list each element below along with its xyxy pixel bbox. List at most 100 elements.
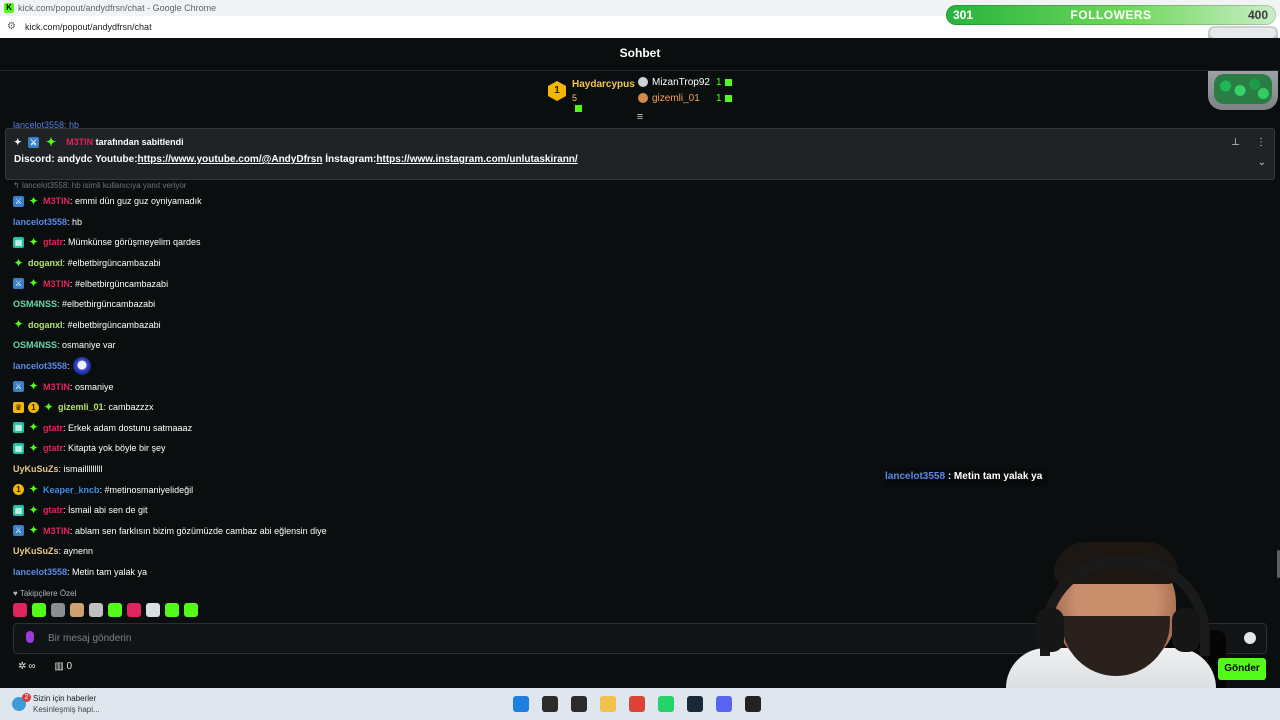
- chat-username[interactable]: gtatr: [43, 502, 63, 518]
- quick-emote-icon[interactable]: [165, 603, 179, 617]
- moderator-badge-icon[interactable]: ⚔: [13, 525, 24, 537]
- vip-badge-icon[interactable]: ▦: [13, 422, 24, 434]
- chat-message[interactable]: lancelot3558:: [13, 356, 913, 377]
- chat-username[interactable]: lancelot3558: [13, 564, 67, 580]
- quick-emote-icon[interactable]: [32, 603, 46, 617]
- chat-message[interactable]: ⚔ ✦ M3TIN: ablam sen farklısın bizim gözüm…: [13, 521, 913, 542]
- chat-message[interactable]: ▦ ✦ gtatr: Mümkünse görüşmeyelim qardes: [13, 232, 913, 253]
- whatsapp-icon[interactable]: [658, 696, 674, 712]
- chat-message[interactable]: ▦ ✦ gtatr: Erkek adam dostunu satmaaaz: [13, 418, 913, 439]
- news-subtitle[interactable]: Kesinleşmiş hapi...: [33, 705, 100, 714]
- chat-username[interactable]: M3TIN: [43, 193, 70, 209]
- chat-message[interactable]: lancelot3558: Metin tam yalak ya: [13, 562, 913, 583]
- steam-icon[interactable]: [687, 696, 703, 712]
- subscriber-badge-icon[interactable]: ✦: [28, 524, 39, 536]
- chat-username[interactable]: OSM4NSS: [13, 337, 57, 353]
- crown-badge-icon[interactable]: ♛: [13, 401, 24, 413]
- chat-username[interactable]: doganxl: [28, 255, 63, 271]
- chat-message[interactable]: ✦ doganxl: #elbetbirgüncambazabi: [13, 315, 913, 336]
- discord-icon[interactable]: [716, 696, 732, 712]
- chat-message[interactable]: OSM4NSS: osmaniye var: [13, 335, 913, 356]
- quick-emote-icon[interactable]: [13, 603, 27, 617]
- chat-username[interactable]: lancelot3558: [13, 358, 67, 374]
- expand-leaderboard-icon[interactable]: ≡: [634, 112, 646, 123]
- subscriber-badge-icon[interactable]: ✦: [28, 195, 39, 207]
- site-info-icon[interactable]: ⚙: [7, 16, 16, 38]
- chat-username[interactable]: UyKuSuZs: [13, 543, 59, 559]
- microphone-icon[interactable]: [26, 631, 34, 643]
- chat-message[interactable]: ♛ 1 ✦ gizemli_01: cambazzzx: [13, 397, 913, 418]
- chat-username[interactable]: gtatr: [43, 440, 63, 456]
- chat-message[interactable]: ✦ doganxl: #elbetbirgüncambazabi: [13, 253, 913, 274]
- quick-emote-icon[interactable]: [89, 603, 103, 617]
- leaderboard-second[interactable]: MizanTrop92 1: [638, 77, 732, 88]
- leaderboard-third[interactable]: gizemli_01 1: [638, 93, 732, 104]
- chat-message[interactable]: ⚔ ✦ M3TIN: osmaniye: [13, 376, 913, 397]
- quick-emote-icon[interactable]: [51, 603, 65, 617]
- chat-message[interactable]: ⚔ ✦ M3TIN: #elbetbirgüncambazabi: [13, 273, 913, 294]
- vip-badge-icon[interactable]: ▦: [13, 504, 24, 516]
- chat-message[interactable]: 1 ✦ Keaper_kncb: #metinosmaniyelideğil: [13, 479, 913, 500]
- subscriber-badge-icon[interactable]: ✦: [28, 236, 39, 248]
- obs-icon[interactable]: [745, 696, 761, 712]
- og-badge-icon[interactable]: 1: [13, 484, 24, 496]
- leaderboard-second-name[interactable]: MizanTrop92: [652, 77, 710, 88]
- instagram-link[interactable]: https://www.instagram.com/unlutaskirann/: [376, 154, 577, 165]
- quick-emote-icon[interactable]: [146, 603, 160, 617]
- chat-message[interactable]: ⚔ ✦ M3TIN: emmi dün guz guz oyniyamadık: [13, 191, 913, 212]
- og-badge-icon[interactable]: 1: [28, 401, 39, 413]
- subscriber-badge-icon[interactable]: ✦: [28, 483, 39, 495]
- settings-icon[interactable]: ✲: [18, 661, 26, 672]
- windows-start-icon[interactable]: [513, 696, 529, 712]
- chat-message[interactable]: OSM4NSS: #elbetbirgüncambazabi: [13, 294, 913, 315]
- moderator-badge-icon[interactable]: ⚔: [13, 195, 24, 207]
- moderator-badge-icon[interactable]: ⚔: [13, 278, 24, 290]
- subscriber-badge-icon[interactable]: ✦: [28, 504, 39, 516]
- task-view-icon[interactable]: [571, 696, 587, 712]
- news-title[interactable]: Sizin için haberler: [33, 694, 96, 703]
- chat-username[interactable]: lancelot3558: [13, 214, 67, 230]
- chat-username[interactable]: doganxl: [28, 317, 63, 333]
- pinned-message[interactable]: ✦ ⚔ ✦ M3TIN tarafından sabitlendi Discor…: [5, 128, 1275, 180]
- chat-username[interactable]: M3TIN: [43, 379, 70, 395]
- subscriber-badge-icon[interactable]: ✦: [43, 401, 54, 413]
- quick-emote-icon[interactable]: [127, 603, 141, 617]
- chat-username[interactable]: Keaper_kncb: [43, 482, 100, 498]
- quick-emote-icon[interactable]: [108, 603, 122, 617]
- chat-message[interactable]: UyKuSuZs: aynenn: [13, 541, 913, 562]
- subscriber-badge-icon[interactable]: ✦: [28, 380, 39, 392]
- file-explorer-icon[interactable]: [600, 696, 616, 712]
- subscriber-badge-icon[interactable]: ✦: [28, 421, 39, 433]
- vip-badge-icon[interactable]: ▦: [13, 442, 24, 454]
- youtube-link[interactable]: https://www.youtube.com/@AndyDfrsn: [138, 154, 323, 165]
- moderator-badge-icon[interactable]: ⚔: [13, 381, 24, 393]
- chevron-down-icon[interactable]: ⌄: [1258, 157, 1266, 168]
- vip-badge-icon[interactable]: ▦: [13, 236, 24, 248]
- unpin-icon[interactable]: ⊥: [1231, 137, 1240, 148]
- chat-message[interactable]: ▦ ✦ gtatr: İsmail abi sen de git: [13, 500, 913, 521]
- subscriber-badge-icon[interactable]: ✦: [28, 442, 39, 454]
- leaderboard-third-name[interactable]: gizemli_01: [652, 93, 700, 104]
- search-icon[interactable]: [542, 696, 558, 712]
- leaderboard-first-name[interactable]: Haydarcypus: [572, 79, 635, 90]
- chrome-icon[interactable]: [629, 696, 645, 712]
- chat-message[interactable]: lancelot3558: hb: [13, 212, 913, 233]
- quick-emote-icon[interactable]: [184, 603, 198, 617]
- url-text[interactable]: kick.com/popout/andydfrsn/chat: [25, 16, 152, 38]
- chat-username[interactable]: UyKuSuZs: [13, 461, 59, 477]
- pinned-by-user[interactable]: M3TIN: [66, 137, 93, 147]
- chat-username[interactable]: M3TIN: [43, 523, 70, 539]
- send-button[interactable]: Gönder: [1218, 658, 1266, 680]
- more-options-icon[interactable]: ⋮: [1256, 137, 1266, 148]
- subscriber-badge-icon[interactable]: ✦: [13, 257, 24, 269]
- chat-username[interactable]: gtatr: [43, 234, 63, 250]
- subscriber-badge-icon[interactable]: ✦: [28, 277, 39, 289]
- infinity-icon[interactable]: ∞: [28, 661, 35, 672]
- subscriber-badge-icon[interactable]: ✦: [13, 318, 24, 330]
- chat-message[interactable]: UyKuSuZs: ismailllllllll: [13, 459, 913, 480]
- chat-input-placeholder[interactable]: Bir mesaj gönderin: [48, 624, 131, 653]
- chat-username[interactable]: gtatr: [43, 420, 63, 436]
- chat-username[interactable]: OSM4NSS: [13, 296, 57, 312]
- gift-icon[interactable]: ▥: [54, 661, 63, 672]
- quick-emote-icon[interactable]: [70, 603, 84, 617]
